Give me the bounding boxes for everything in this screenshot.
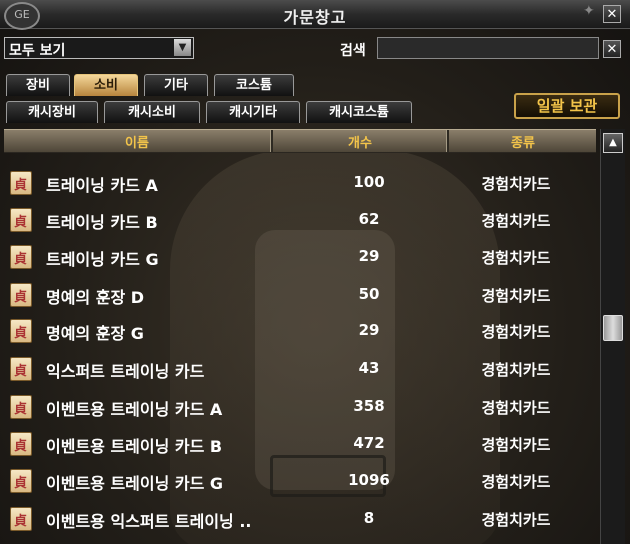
arrow-up-icon[interactable]: ▲	[603, 133, 623, 153]
item-count: 29	[358, 247, 380, 265]
item-name: 이벤트용 트레이닝 카드 G	[46, 474, 224, 493]
tab-consumables[interactable]: 소비	[74, 74, 138, 96]
item-name: 명예의 훈장 G	[46, 324, 144, 343]
column-header-count[interactable]: 개수	[274, 132, 446, 151]
tab-cash-consumables[interactable]: 캐시소비	[104, 101, 200, 123]
tab-costume[interactable]: 코스튬	[214, 74, 294, 96]
scroll-card-icon	[10, 319, 32, 343]
tab-cash-equipment[interactable]: 캐시장비	[6, 101, 98, 123]
item-type: 경험치카드	[481, 399, 551, 417]
clear-search-button[interactable]: ✕	[603, 40, 621, 58]
table-row[interactable]: 트레이닝 카드 A 100 경험치카드	[4, 164, 596, 200]
column-divider	[446, 130, 449, 152]
item-type: 경험치카드	[481, 361, 551, 379]
tab-cash-misc[interactable]: 캐시기타	[206, 101, 300, 123]
scroll-card-icon	[10, 395, 32, 419]
item-type: 경험치카드	[481, 323, 551, 341]
tab-equipment[interactable]: 장비	[6, 74, 70, 96]
item-type: 경험치카드	[481, 511, 551, 529]
scroll-card-icon	[10, 432, 32, 456]
item-type: 경험치카드	[481, 212, 551, 230]
item-type: 경험치카드	[481, 287, 551, 305]
item-count: 50	[358, 285, 380, 303]
item-count: 358	[353, 397, 385, 415]
scroll-card-icon	[10, 357, 32, 381]
column-header-type[interactable]: 종류	[450, 132, 596, 151]
item-name: 트레이닝 카드 B	[46, 213, 158, 232]
item-count: 1096	[348, 471, 390, 489]
view-filter-value: 모두 보기	[9, 43, 66, 59]
item-name: 이벤트용 익스퍼트 트레이닝 ..	[46, 512, 252, 531]
table-header: 이름 개수 종류	[4, 129, 596, 153]
item-name: 익스퍼트 트레이닝 카드	[46, 362, 205, 381]
table-row[interactable]: 명예의 훈장 G 29 경험치카드	[4, 312, 596, 348]
scrollbar-thumb[interactable]	[603, 315, 623, 341]
guild-storage-window: GE 가문창고 ✦ ✕ 모두 보기 ▼ 검색 ✕ 장비 소비 기타 코스튬 캐시…	[0, 0, 630, 544]
table-row[interactable]: 이벤트용 익스퍼트 트레이닝 .. 8 경험치카드	[4, 500, 596, 536]
scroll-card-icon	[10, 507, 32, 531]
scrollbar[interactable]: ▲	[600, 129, 625, 544]
chevron-down-icon[interactable]: ▼	[174, 39, 191, 56]
item-count: 472	[353, 434, 385, 452]
item-count: 100	[353, 173, 385, 191]
table-row[interactable]: 이벤트용 트레이닝 카드 G 1096 경험치카드	[4, 462, 596, 498]
table-row[interactable]: 트레이닝 카드 G 29 경험치카드	[4, 238, 596, 274]
item-name: 명예의 훈장 D	[46, 288, 145, 307]
tab-cash-costume[interactable]: 캐시코스튬	[306, 101, 412, 123]
close-window-button[interactable]: ✕	[603, 5, 621, 23]
item-count: 29	[358, 321, 380, 339]
table-row[interactable]: 트레이닝 카드 B 62 경험치카드	[4, 201, 596, 237]
item-type: 경험치카드	[481, 175, 551, 193]
item-name: 이벤트용 트레이닝 카드 B	[46, 437, 223, 456]
table-row[interactable]: 명예의 훈장 D 50 경험치카드	[4, 276, 596, 312]
item-type: 경험치카드	[481, 249, 551, 267]
title-bar[interactable]: GE 가문창고 ✦ ✕	[0, 0, 630, 30]
table-row[interactable]: 이벤트용 트레이닝 카드 B 472 경험치카드	[4, 425, 596, 461]
window-title: 가문창고	[283, 8, 347, 27]
ornament-icon: ✦	[583, 3, 595, 19]
item-name: 트레이닝 카드 G	[46, 250, 159, 269]
column-divider	[270, 130, 273, 152]
scroll-card-icon	[10, 245, 32, 269]
item-type: 경험치카드	[481, 473, 551, 491]
item-count: 8	[363, 509, 375, 527]
scroll-card-icon	[10, 208, 32, 232]
item-count: 43	[358, 359, 380, 377]
item-name: 이벤트용 트레이닝 카드 A	[46, 400, 223, 419]
column-header-name[interactable]: 이름	[4, 132, 270, 151]
item-count: 62	[358, 210, 380, 228]
table-row[interactable]: 익스퍼트 트레이닝 카드 43 경험치카드	[4, 350, 596, 386]
search-label: 검색	[340, 43, 366, 59]
scroll-card-icon	[10, 171, 32, 195]
search-input[interactable]	[377, 37, 599, 59]
scroll-card-icon	[10, 283, 32, 307]
view-filter-dropdown[interactable]: 모두 보기 ▼	[4, 37, 194, 59]
table-row[interactable]: 이벤트용 트레이닝 카드 A 358 경험치카드	[4, 388, 596, 424]
item-name: 트레이닝 카드 A	[46, 176, 158, 195]
item-type: 경험치카드	[481, 436, 551, 454]
scroll-card-icon	[10, 469, 32, 493]
bulk-store-button[interactable]: 일괄 보관	[514, 93, 620, 119]
tab-misc[interactable]: 기타	[144, 74, 208, 96]
